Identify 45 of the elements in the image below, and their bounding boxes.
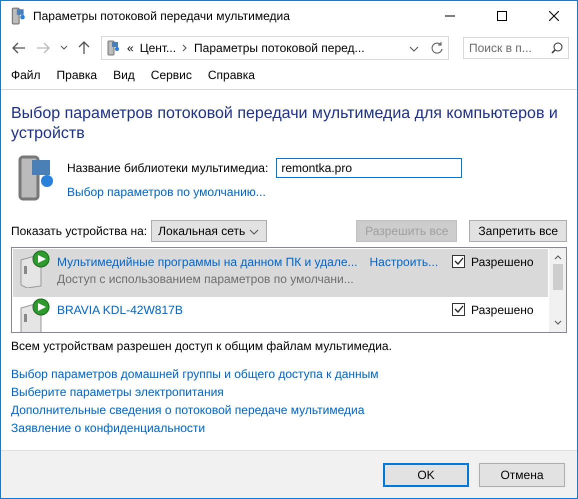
status-label: Разрешено: [471, 255, 534, 269]
menu-item[interactable]: Справка: [208, 68, 255, 86]
block-all-button[interactable]: Запретить все: [469, 220, 567, 242]
library-name-label: Название библиотеки мультимедиа:: [67, 161, 268, 175]
breadcrumb-chevron[interactable]: «: [127, 41, 134, 55]
maximize-icon: [497, 11, 507, 21]
network-dropdown[interactable]: Локальная сеть: [151, 220, 268, 242]
scroll-down-icon[interactable]: [554, 320, 562, 326]
page-heading: Выбор параметров потоковой передачи мультимедиа для компьютеров и устройств: [11, 104, 559, 144]
location-icon: [105, 40, 121, 56]
scroll-up-icon[interactable]: [554, 254, 562, 260]
device-description: Доступ с использованием параметров по умолчани...: [57, 272, 355, 286]
settings-link[interactable]: Заявление о конфиденциальности: [11, 421, 567, 435]
device-name-link[interactable]: BRAVIA KDL-42W817B: [57, 303, 183, 317]
menu-item[interactable]: Файл: [11, 68, 41, 86]
settings-link[interactable]: Дополнительные сведения о потоковой передаче мультимедиа: [11, 403, 567, 417]
breadcrumb[interactable]: Параметры потоковой перед...: [194, 41, 365, 55]
sharing-summary: Всем устройствам разрешен доступ к общим файлам мультимедиа.: [11, 339, 393, 353]
settings-link[interactable]: Выбор параметров домашней группы и общего доступа к данным: [11, 367, 567, 381]
menu-item[interactable]: Правка: [56, 68, 98, 86]
customize-link[interactable]: Настроить...: [370, 255, 438, 269]
status-label: Разрешено: [471, 303, 534, 317]
separator-icon: [182, 44, 188, 52]
device-name-link[interactable]: Мультимедийные программы на данном ПК и удале...: [57, 255, 358, 269]
settings-link[interactable]: Выберите параметры электропитания: [11, 385, 567, 399]
show-devices-label: Показать устройства на:: [11, 224, 148, 238]
device-row[interactable]: Мультимедийные программы на данном ПК и удале... Настроить... Доступ с использованием параметров по умолчани... Разрешено: [13, 249, 548, 297]
close-icon: [549, 11, 559, 21]
library-name-field[interactable]: remontka.pro: [276, 158, 462, 178]
window-title: Параметры потоковой передачи мультимедиа: [33, 9, 291, 23]
address-bar[interactable]: « Цент... Параметры потоковой перед...: [101, 36, 449, 60]
menu-item[interactable]: Сервис: [150, 68, 192, 86]
breadcrumb[interactable]: Цент...: [140, 41, 176, 55]
app-icon: [9, 7, 27, 25]
search-field[interactable]: Поиск в п...: [463, 37, 569, 59]
ok-button[interactable]: OK: [383, 462, 469, 486]
allowed-checkbox[interactable]: [452, 255, 465, 268]
device-row[interactable]: BRAVIA KDL-42W817B Разрешено: [13, 297, 548, 332]
cancel-button[interactable]: Отмена: [479, 462, 565, 486]
allowed-checkbox[interactable]: [452, 303, 465, 316]
scrollbar[interactable]: [549, 248, 566, 332]
default-settings-link[interactable]: Выбор параметров по умолчанию...: [67, 185, 462, 199]
scrollbar-thumb[interactable]: [552, 264, 562, 290]
menu-item[interactable]: Вид: [113, 68, 135, 86]
search-icon: [551, 42, 563, 54]
